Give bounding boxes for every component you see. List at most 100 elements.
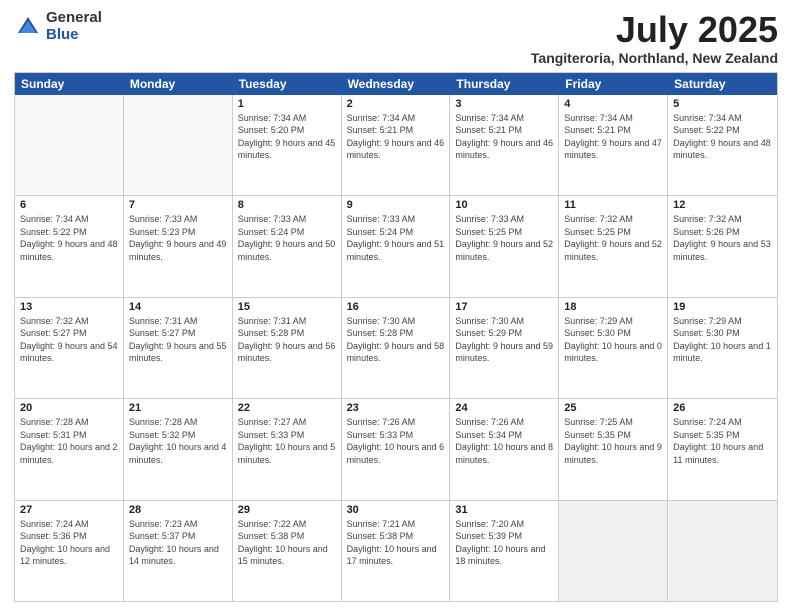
- day-cell-25: 25Sunrise: 7:25 AM Sunset: 5:35 PM Dayli…: [559, 399, 668, 499]
- day-cell-1: 1 Sunrise: 7:34 AM Sunset: 5:20 PM Daylig…: [233, 95, 342, 195]
- header-day-saturday: Saturday: [668, 73, 777, 95]
- day-number: 15: [238, 301, 336, 313]
- day-number: 21: [129, 402, 227, 414]
- day-number: 20: [20, 402, 118, 414]
- day-info: Sunrise: 7:22 AM Sunset: 5:38 PM Dayligh…: [238, 518, 336, 568]
- week-row-5: 27 Sunrise: 7:24 AM Sunset: 5:36 PM Dayli…: [15, 501, 777, 601]
- day-number: 16: [347, 301, 445, 313]
- header-day-wednesday: Wednesday: [342, 73, 451, 95]
- day-number: 14: [129, 301, 227, 313]
- day-number: 22: [238, 402, 336, 414]
- week-row-2: 6 Sunrise: 7:34 AM Sunset: 5:22 PM Daylig…: [15, 196, 777, 297]
- day-info: Sunrise: 7:30 AM Sunset: 5:28 PM Dayligh…: [347, 315, 445, 365]
- header: General Blue July 2025 Tangiteroria, Nor…: [14, 10, 778, 66]
- day-number: 2: [347, 98, 445, 110]
- day-cell-13: 13 Sunrise: 7:32 AM Sunset: 5:27 PM Dayli…: [15, 298, 124, 398]
- logo: General Blue: [14, 10, 102, 43]
- day-info: Sunrise: 7:23 AM Sunset: 5:37 PM Dayligh…: [129, 518, 227, 568]
- day-info: Sunrise: 7:33 AM Sunset: 5:24 PM Dayligh…: [238, 213, 336, 263]
- day-cell-9: 9 Sunrise: 7:33 AM Sunset: 5:24 PM Daylig…: [342, 196, 451, 296]
- day-number: 23: [347, 402, 445, 414]
- day-info: Sunrise: 7:24 AM Sunset: 5:36 PM Dayligh…: [20, 518, 118, 568]
- header-day-tuesday: Tuesday: [233, 73, 342, 95]
- day-info: Sunrise: 7:33 AM Sunset: 5:24 PM Dayligh…: [347, 213, 445, 263]
- day-number: 12: [673, 199, 772, 211]
- page: General Blue July 2025 Tangiteroria, Nor…: [0, 0, 792, 612]
- logo-icon: [14, 13, 42, 41]
- day-number: 7: [129, 199, 227, 211]
- day-info: Sunrise: 7:20 AM Sunset: 5:39 PM Dayligh…: [455, 518, 553, 568]
- day-info: Sunrise: 7:21 AM Sunset: 5:38 PM Dayligh…: [347, 518, 445, 568]
- main-title: July 2025: [531, 10, 778, 50]
- day-number: 29: [238, 504, 336, 516]
- day-cell-8: 8Sunrise: 7:33 AM Sunset: 5:24 PM Daylig…: [233, 196, 342, 296]
- day-info: Sunrise: 7:28 AM Sunset: 5:32 PM Dayligh…: [129, 416, 227, 466]
- day-cell-11: 11Sunrise: 7:32 AM Sunset: 5:25 PM Dayli…: [559, 196, 668, 296]
- day-number: 3: [455, 98, 553, 110]
- day-cell-3: 3 Sunrise: 7:34 AM Sunset: 5:21 PM Daylig…: [450, 95, 559, 195]
- day-cell-21: 21 Sunrise: 7:28 AM Sunset: 5:32 PM Dayli…: [124, 399, 233, 499]
- day-cell-6: 6 Sunrise: 7:34 AM Sunset: 5:22 PM Daylig…: [15, 196, 124, 296]
- day-info: Sunrise: 7:31 AM Sunset: 5:27 PM Dayligh…: [129, 315, 227, 365]
- day-number: 4: [564, 98, 662, 110]
- day-number: 9: [347, 199, 445, 211]
- calendar-body: 1 Sunrise: 7:34 AM Sunset: 5:20 PM Daylig…: [15, 95, 777, 601]
- day-info: Sunrise: 7:34 AM Sunset: 5:20 PM Dayligh…: [238, 112, 336, 162]
- day-info: Sunrise: 7:30 AM Sunset: 5:29 PM Dayligh…: [455, 315, 553, 365]
- day-number: 28: [129, 504, 227, 516]
- logo-text: General Blue: [46, 10, 102, 43]
- day-cell-2: 2Sunrise: 7:34 AM Sunset: 5:21 PM Daylig…: [342, 95, 451, 195]
- day-number: 24: [455, 402, 553, 414]
- day-info: Sunrise: 7:33 AM Sunset: 5:23 PM Dayligh…: [129, 213, 227, 263]
- week-row-4: 20 Sunrise: 7:28 AM Sunset: 5:31 PM Dayli…: [15, 399, 777, 500]
- empty-cell: [668, 501, 777, 601]
- day-cell-12: 12 Sunrise: 7:32 AM Sunset: 5:26 PM Dayli…: [668, 196, 777, 296]
- day-info: Sunrise: 7:24 AM Sunset: 5:35 PM Dayligh…: [673, 416, 772, 466]
- day-info: Sunrise: 7:34 AM Sunset: 5:22 PM Dayligh…: [20, 213, 118, 263]
- day-number: 27: [20, 504, 118, 516]
- day-number: 18: [564, 301, 662, 313]
- day-cell-14: 14 Sunrise: 7:31 AM Sunset: 5:27 PM Dayli…: [124, 298, 233, 398]
- header-day-friday: Friday: [559, 73, 668, 95]
- day-cell-20: 20 Sunrise: 7:28 AM Sunset: 5:31 PM Dayli…: [15, 399, 124, 499]
- day-info: Sunrise: 7:32 AM Sunset: 5:27 PM Dayligh…: [20, 315, 118, 365]
- day-info: Sunrise: 7:27 AM Sunset: 5:33 PM Dayligh…: [238, 416, 336, 466]
- day-cell-26: 26 Sunrise: 7:24 AM Sunset: 5:35 PM Dayli…: [668, 399, 777, 499]
- day-info: Sunrise: 7:33 AM Sunset: 5:25 PM Dayligh…: [455, 213, 553, 263]
- header-day-monday: Monday: [124, 73, 233, 95]
- day-info: Sunrise: 7:29 AM Sunset: 5:30 PM Dayligh…: [673, 315, 772, 365]
- title-section: July 2025 Tangiteroria, Northland, New Z…: [531, 10, 778, 66]
- day-number: 13: [20, 301, 118, 313]
- day-cell-10: 10 Sunrise: 7:33 AM Sunset: 5:25 PM Dayli…: [450, 196, 559, 296]
- day-info: Sunrise: 7:28 AM Sunset: 5:31 PM Dayligh…: [20, 416, 118, 466]
- day-number: 31: [455, 504, 553, 516]
- day-info: Sunrise: 7:26 AM Sunset: 5:34 PM Dayligh…: [455, 416, 553, 466]
- day-cell-22: 22 Sunrise: 7:27 AM Sunset: 5:33 PM Dayli…: [233, 399, 342, 499]
- day-number: 26: [673, 402, 772, 414]
- day-cell-4: 4 Sunrise: 7:34 AM Sunset: 5:21 PM Daylig…: [559, 95, 668, 195]
- day-info: Sunrise: 7:25 AM Sunset: 5:35 PM Dayligh…: [564, 416, 662, 466]
- calendar: SundayMondayTuesdayWednesdayThursdayFrid…: [14, 72, 778, 602]
- day-cell-28: 28 Sunrise: 7:23 AM Sunset: 5:37 PM Dayli…: [124, 501, 233, 601]
- day-number: 6: [20, 199, 118, 211]
- week-row-1: 1 Sunrise: 7:34 AM Sunset: 5:20 PM Daylig…: [15, 95, 777, 196]
- header-day-thursday: Thursday: [450, 73, 559, 95]
- subtitle: Tangiteroria, Northland, New Zealand: [531, 50, 778, 66]
- day-cell-30: 30Sunrise: 7:21 AM Sunset: 5:38 PM Dayli…: [342, 501, 451, 601]
- day-cell-16: 16 Sunrise: 7:30 AM Sunset: 5:28 PM Dayli…: [342, 298, 451, 398]
- day-info: Sunrise: 7:34 AM Sunset: 5:22 PM Dayligh…: [673, 112, 772, 162]
- day-info: Sunrise: 7:32 AM Sunset: 5:26 PM Dayligh…: [673, 213, 772, 263]
- day-info: Sunrise: 7:34 AM Sunset: 5:21 PM Dayligh…: [455, 112, 553, 162]
- day-cell-17: 17Sunrise: 7:30 AM Sunset: 5:29 PM Dayli…: [450, 298, 559, 398]
- empty-cell: [15, 95, 124, 195]
- day-number: 10: [455, 199, 553, 211]
- day-cell-7: 7 Sunrise: 7:33 AM Sunset: 5:23 PM Daylig…: [124, 196, 233, 296]
- day-info: Sunrise: 7:34 AM Sunset: 5:21 PM Dayligh…: [564, 112, 662, 162]
- day-number: 1: [238, 98, 336, 110]
- day-info: Sunrise: 7:32 AM Sunset: 5:25 PM Dayligh…: [564, 213, 662, 263]
- day-info: Sunrise: 7:26 AM Sunset: 5:33 PM Dayligh…: [347, 416, 445, 466]
- calendar-header: SundayMondayTuesdayWednesdayThursdayFrid…: [15, 73, 777, 95]
- day-cell-23: 23 Sunrise: 7:26 AM Sunset: 5:33 PM Dayli…: [342, 399, 451, 499]
- header-day-sunday: Sunday: [15, 73, 124, 95]
- day-cell-18: 18Sunrise: 7:29 AM Sunset: 5:30 PM Dayli…: [559, 298, 668, 398]
